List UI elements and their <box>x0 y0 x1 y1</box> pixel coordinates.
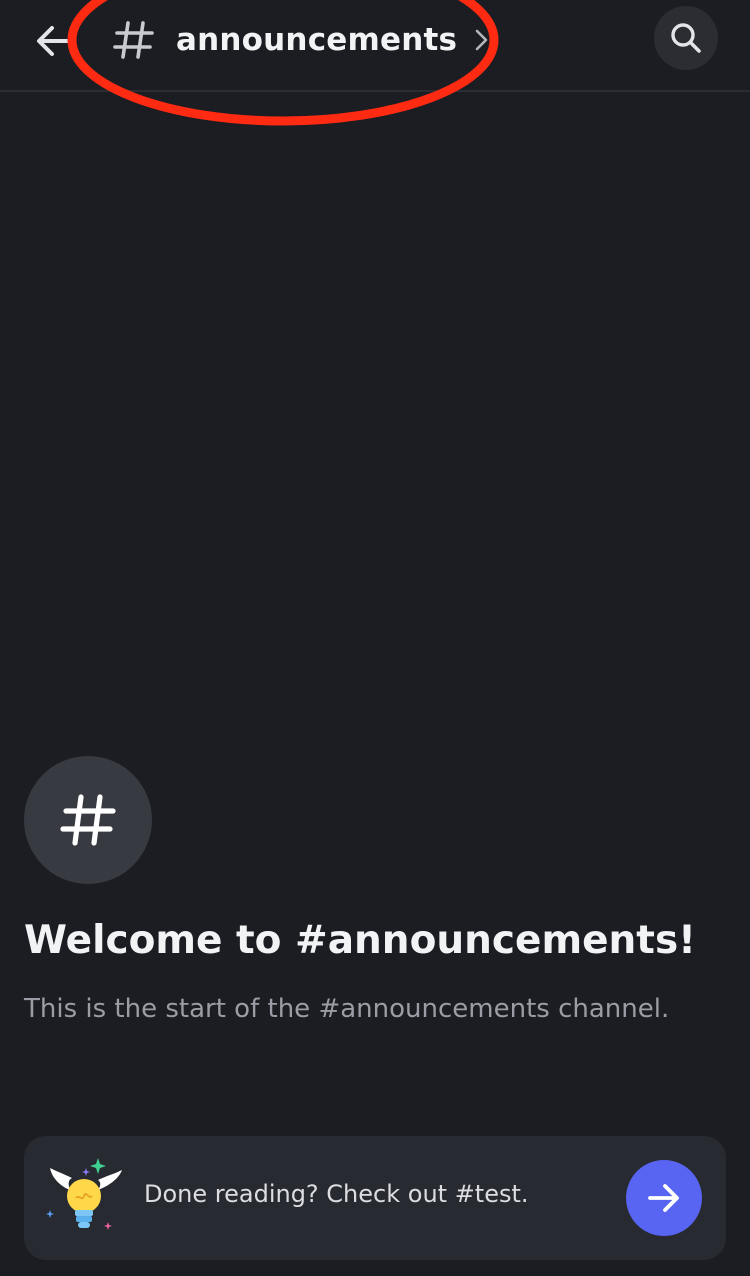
winged-lightbulb-icon <box>46 1158 122 1230</box>
chevron-right-icon <box>475 29 488 51</box>
arrow-right-icon <box>648 1184 679 1212</box>
arrow-left-icon <box>37 26 70 56</box>
channel-name: announcements <box>176 22 458 58</box>
hash-icon <box>113 21 154 59</box>
channel-header: announcements <box>0 0 750 126</box>
channel-avatar <box>24 756 152 884</box>
back-button[interactable] <box>30 18 76 64</box>
welcome-title: Welcome to #announcements! <box>24 918 696 963</box>
search-icon <box>671 23 701 53</box>
channel-title-button[interactable]: announcements <box>112 14 491 66</box>
welcome-description: This is the start of the #announcements … <box>24 994 670 1024</box>
search-button[interactable] <box>654 6 718 70</box>
channel-screen: announcements Welcome to #announcements!… <box>0 0 750 1276</box>
next-channel-text: Done reading? Check out #test. <box>144 1180 529 1208</box>
go-to-next-channel-button[interactable] <box>626 1160 702 1236</box>
next-channel-card[interactable]: Done reading? Check out #test. <box>24 1136 726 1260</box>
hash-icon <box>60 794 116 846</box>
